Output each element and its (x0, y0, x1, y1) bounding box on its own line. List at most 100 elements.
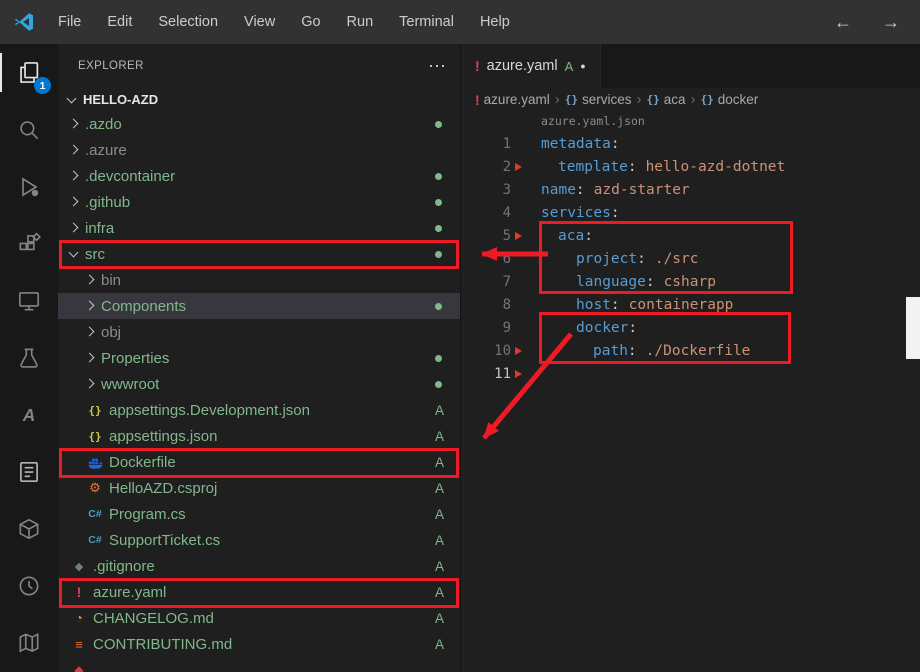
git-added-badge: A (435, 585, 444, 600)
more-actions-icon[interactable]: ⋯ (428, 61, 446, 71)
activity-remote-explorer[interactable] (0, 272, 58, 329)
tree-item-azdo[interactable]: .azdo (58, 111, 460, 137)
activity-explorer[interactable]: 1 (0, 44, 58, 101)
tree-item-gitignore[interactable]: ◆ .gitignore A (58, 553, 460, 579)
menu-edit[interactable]: Edit (94, 9, 145, 35)
line-number: 11 (461, 366, 511, 382)
tree-item-dockerfile[interactable]: Dockerfile A (58, 449, 460, 475)
line-number: 1 (461, 136, 511, 152)
menu-selection[interactable]: Selection (145, 9, 231, 35)
activity-infrastructure[interactable] (0, 614, 58, 671)
tree-item-appsettings-development-json[interactable]: {} appsettings.Development.json A (58, 397, 460, 423)
chevron-right-icon (66, 194, 82, 210)
yaml-warning-icon: ! (475, 92, 480, 108)
activity-run-debug[interactable] (0, 158, 58, 215)
git-change-dot (435, 381, 442, 388)
tree-item-program-cs[interactable]: C# Program.cs A (58, 501, 460, 527)
file-tree: .azdo .azure .devcontainer .github infra… (58, 111, 460, 672)
tree-item-obj[interactable]: obj (58, 319, 460, 345)
tree-item-appsettings-json[interactable]: {} appsettings.json A (58, 423, 460, 449)
explorer-title: EXPLORER (78, 60, 144, 72)
breadcrumb-docker[interactable]: {} docker (701, 92, 759, 107)
tree-item-azure-folder[interactable]: .azure (58, 137, 460, 163)
git-added-badge: A (435, 481, 444, 496)
beaker-icon (16, 345, 42, 371)
red-line-marker (511, 347, 525, 355)
menu-go[interactable]: Go (288, 9, 333, 35)
editor-content[interactable]: azure.yaml.json 1 metadata: 2 template:h… (461, 110, 920, 672)
chevron-down-icon (66, 246, 82, 262)
modified-dot-icon[interactable]: ● (580, 61, 585, 71)
git-added-badge: A (435, 637, 444, 652)
activity-search[interactable] (0, 101, 58, 158)
code-line: 6 project:./src (461, 247, 920, 270)
git-added-badge: A (435, 429, 444, 444)
activity-azure[interactable]: A (0, 386, 58, 443)
tree-item-partial[interactable]: ◆ (58, 657, 460, 672)
code-line: 1 metadata: (461, 132, 920, 155)
root-folder-label: HELLO-AZD (83, 92, 158, 107)
menu-file[interactable]: File (45, 9, 94, 35)
object-symbol-icon: {} (701, 93, 714, 106)
git-change-dot (435, 355, 442, 362)
extensions-icon (16, 231, 42, 257)
csharp-icon: C# (86, 508, 104, 520)
title-bar: File Edit Selection View Go Run Terminal… (0, 0, 920, 44)
breadcrumb-services[interactable]: {} services (565, 92, 632, 107)
forward-button[interactable]: → (882, 12, 900, 33)
tab-azure-yaml[interactable]: ! azure.yaml A ● (461, 44, 601, 88)
breadcrumb-aca[interactable]: {} aca (646, 92, 685, 107)
activity-containers[interactable] (0, 500, 58, 557)
chevron-right-icon (66, 168, 82, 184)
activity-report[interactable] (0, 443, 58, 500)
docker-whale-icon (86, 455, 104, 470)
changelog-clock-icon: ◔ (70, 611, 88, 625)
object-symbol-icon: {} (565, 93, 578, 106)
tree-item-wwwroot[interactable]: wwwroot (58, 371, 460, 397)
menu-run[interactable]: Run (334, 9, 387, 35)
tree-item-bin[interactable]: bin (58, 267, 460, 293)
tree-item-azure-yaml[interactable]: ! azure.yaml A (58, 579, 460, 605)
menu-terminal[interactable]: Terminal (386, 9, 467, 35)
breadcrumb-file[interactable]: ! azure.yaml (475, 92, 550, 108)
tree-item-components[interactable]: Components (58, 293, 460, 319)
line-number: 7 (461, 274, 511, 290)
activity-bar: 1 A (0, 44, 58, 672)
git-change-dot (435, 303, 442, 310)
activity-extensions[interactable] (0, 215, 58, 272)
json-icon: {} (86, 404, 104, 417)
line-number: 10 (461, 343, 511, 359)
editor-scrollbar[interactable] (906, 297, 920, 359)
tree-item-changelog-md[interactable]: ◔ CHANGELOG.md A (58, 605, 460, 631)
ribbon-icon: ◆ (70, 663, 88, 672)
tree-item-infra[interactable]: infra (58, 215, 460, 241)
menu-help[interactable]: Help (467, 9, 523, 35)
code-line-current: 11 (461, 362, 920, 385)
line-number: 9 (461, 320, 511, 336)
back-button[interactable]: ← (834, 12, 852, 33)
code-line: 2 template:hello-azd-dotnet (461, 155, 920, 178)
markdown-icon: ≡ (70, 637, 88, 652)
csharp-icon: C# (86, 534, 104, 546)
tree-item-supportticket-cs[interactable]: C# SupportTicket.cs A (58, 527, 460, 553)
tree-item-src[interactable]: src (58, 241, 460, 267)
tree-item-helloazd-csproj[interactable]: ⚙ HelloAZD.csproj A (58, 475, 460, 501)
schema-hint[interactable]: azure.yaml.json (461, 110, 920, 132)
tree-item-contributing-md[interactable]: ≡ CONTRIBUTING.md A (58, 631, 460, 657)
tree-item-github[interactable]: .github (58, 189, 460, 215)
folder-root-hello-azd[interactable]: HELLO-AZD (58, 88, 460, 111)
object-symbol-icon: {} (646, 93, 659, 106)
breadcrumb: ! azure.yaml › {} services › {} aca › {}… (461, 88, 920, 111)
vscode-logo-icon (13, 11, 35, 33)
activity-testing[interactable] (0, 329, 58, 386)
tree-item-devcontainer[interactable]: .devcontainer (58, 163, 460, 189)
notebook-icon (16, 459, 42, 485)
code-line: 8 host:containerapp (461, 293, 920, 316)
editor-group: ! azure.yaml A ● ! azure.yaml › {} servi… (460, 44, 920, 672)
menu-view[interactable]: View (231, 9, 288, 35)
chevron-right-icon (82, 272, 98, 288)
tree-item-properties[interactable]: Properties (58, 345, 460, 371)
activity-history[interactable] (0, 557, 58, 614)
chevron-down-icon (64, 92, 80, 108)
git-icon: ◆ (70, 560, 88, 573)
